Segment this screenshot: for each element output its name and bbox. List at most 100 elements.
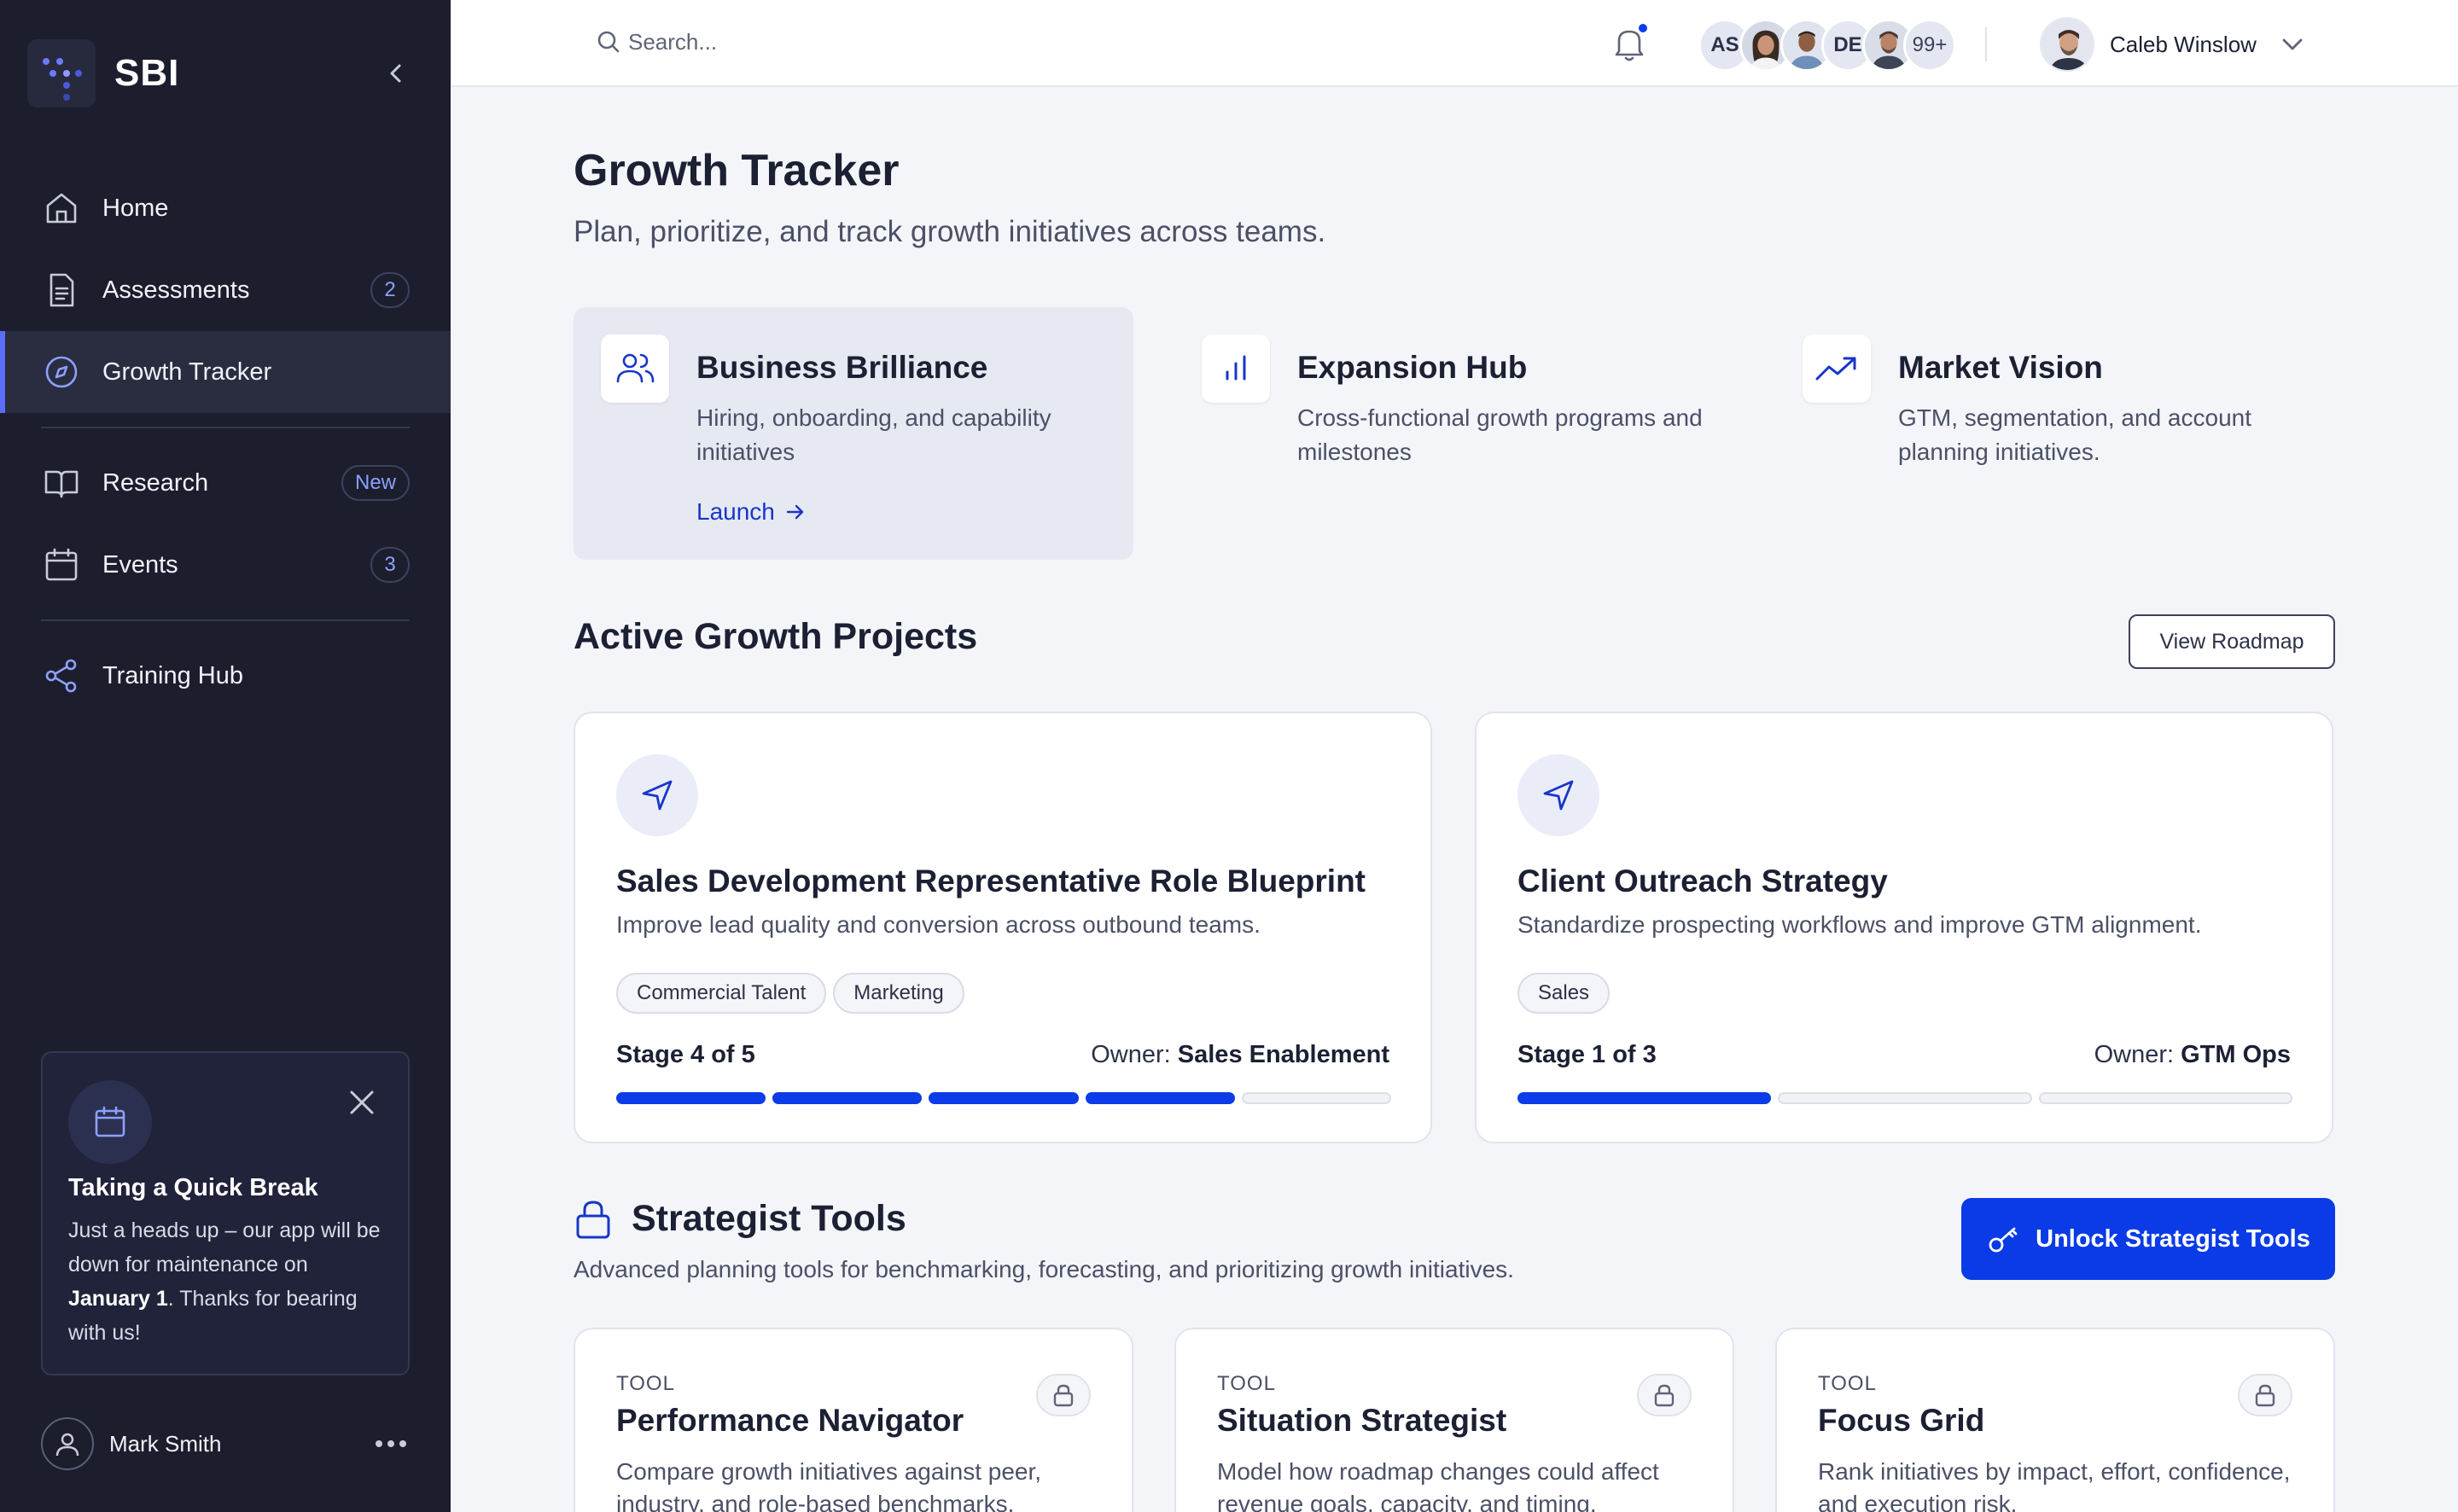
tag[interactable]: Sales [1517, 973, 1611, 1014]
page-title: Growth Tracker [574, 146, 900, 195]
count-badge: 2 [370, 272, 410, 308]
account-menu[interactable]: Caleb Winslow [2040, 17, 2306, 72]
tool-kicker: TOOL [616, 1372, 675, 1395]
project-card[interactable]: Client Outreach Strategy Standardize pro… [1475, 712, 2333, 1143]
count-badge: 3 [370, 547, 410, 583]
collapse-sidebar-icon[interactable] [382, 60, 410, 87]
brand-name: SBI [114, 52, 180, 94]
sidebar-item-events[interactable]: Events 3 [0, 524, 451, 606]
chevron-down-icon [2282, 38, 2303, 50]
project-card[interactable]: Sales Development Representative Role Bl… [574, 712, 1432, 1143]
sidebar-item-label: Events [102, 550, 178, 579]
avatars-overflow-count[interactable]: 99+ [1903, 19, 1956, 72]
tool-title: Performance Navigator [616, 1403, 964, 1438]
page-subtitle: Plan, prioritize, and track growth initi… [574, 215, 1326, 248]
stage-label: Stage 4 of 5 [616, 1041, 755, 1068]
stage-segment [1778, 1092, 2032, 1104]
tool-description: Compare growth initiatives against peer,… [616, 1458, 1042, 1512]
tool-description: Model how roadmap changes could affect r… [1217, 1458, 1659, 1512]
feature-card-market-vision[interactable]: Market Vision GTM, segmentation, and acc… [1775, 307, 2335, 560]
tool-kicker: TOOL [1818, 1372, 1877, 1395]
stage-segment [2038, 1092, 2292, 1104]
search-icon [597, 31, 620, 53]
book-icon [44, 470, 79, 498]
stage-segment [929, 1092, 1079, 1104]
owner-label: Owner: Sales Enablement [1091, 1041, 1389, 1068]
key-icon [1989, 1227, 2018, 1253]
notification-dot [1637, 22, 1649, 34]
lock-icon [1036, 1374, 1091, 1416]
home-icon [46, 193, 77, 224]
stage-segment [1241, 1092, 1392, 1104]
tool-description: Rank initiatives by impact, effort, conf… [1818, 1458, 2291, 1512]
notice-body: Just a heads up – our app will be down f… [68, 1218, 381, 1345]
lock-icon [1637, 1374, 1692, 1416]
sidebar-item-label: Training Hub [102, 661, 243, 689]
team-avatars[interactable]: AS DE 99+ [1698, 19, 1956, 72]
unlock-strategist-tools-button[interactable]: Unlock Strategist Tools [1961, 1198, 2335, 1280]
tool-card-focus-grid[interactable]: TOOL Focus Grid Rank initiatives by impa… [1775, 1328, 2335, 1512]
sidebar-user[interactable]: Mark Smith [41, 1416, 410, 1471]
sidebar-item-training-hub[interactable]: Training Hub [0, 635, 451, 717]
current-user-avatar [2040, 17, 2094, 72]
sidebar-item-label: Home [102, 194, 169, 222]
tool-card-situation-strategist[interactable]: TOOL Situation Strategist Model how road… [1174, 1328, 1734, 1512]
calendar-icon [45, 548, 78, 581]
top-bar: AS DE 99+ Caleb Winslow [451, 0, 2458, 87]
project-title: Client Outreach Strategy [1517, 864, 1888, 898]
sidebar-item-growth-tracker[interactable]: Growth Tracker [0, 331, 451, 413]
search-box[interactable] [594, 27, 970, 56]
maintenance-notice: Taking a Quick Break Just a heads up – o… [41, 1051, 410, 1375]
tag[interactable]: Marketing [833, 973, 964, 1014]
close-icon[interactable] [347, 1087, 377, 1118]
more-options-icon[interactable] [372, 1428, 410, 1459]
section-subtitle: Advanced planning tools for benchmarking… [574, 1256, 1514, 1282]
view-roadmap-button[interactable]: View Roadmap [2129, 614, 2335, 669]
feature-title: Business Brilliance [696, 350, 988, 385]
tool-title: Situation Strategist [1217, 1403, 1507, 1438]
stage-segment [1517, 1092, 1772, 1104]
feature-card-business-brilliance[interactable]: Business Brilliance Hiring, onboarding, … [574, 307, 1133, 560]
sidebar-item-research[interactable]: Research New [0, 442, 451, 524]
user-name: Mark Smith [109, 1430, 222, 1457]
sidebar-item-home[interactable]: Home [0, 167, 451, 249]
new-badge: New [341, 465, 410, 501]
project-description: Improve lead quality and conversion acro… [616, 911, 1261, 938]
stage-segment [772, 1092, 923, 1104]
feature-description: Hiring, onboarding, and capability initi… [696, 404, 1051, 465]
divider [41, 427, 410, 428]
stage-segment [1085, 1092, 1235, 1104]
sidebar-item-label: Research [102, 468, 209, 497]
sidebar-item-assessments[interactable]: Assessments 2 [0, 249, 451, 331]
divider [41, 619, 410, 621]
sidebar-item-label: Assessments [102, 276, 250, 304]
compass-icon [45, 356, 78, 388]
section-title: Active Growth Projects [574, 616, 978, 657]
project-description: Standardize prospecting workflows and im… [1517, 911, 2202, 938]
notifications-button[interactable] [1608, 22, 1651, 65]
stage-progress [616, 1092, 1392, 1104]
feature-title: Market Vision [1898, 350, 2103, 385]
sidebar: SBI Home Assessments 2 Growth Tracker Re… [0, 0, 451, 1512]
launch-link[interactable]: Launch [696, 498, 806, 526]
tool-title: Focus Grid [1818, 1403, 1985, 1438]
lock-icon [2238, 1374, 2292, 1416]
bar-chart-icon [1202, 334, 1270, 403]
feature-card-expansion-hub[interactable]: Expansion Hub Cross-functional growth pr… [1174, 307, 1734, 560]
search-input[interactable] [628, 28, 970, 55]
divider [1985, 27, 1987, 61]
stage-label: Stage 1 of 3 [1517, 1041, 1657, 1068]
tool-kicker: TOOL [1217, 1372, 1276, 1395]
tag-list: Sales [1517, 973, 1616, 1014]
stage-progress [1517, 1092, 2292, 1104]
feature-title: Expansion Hub [1297, 350, 1528, 385]
brand[interactable]: SBI [27, 39, 179, 108]
tools-heading: Strategist Tools [574, 1198, 906, 1240]
share-icon [45, 659, 77, 693]
tag[interactable]: Commercial Talent [616, 973, 827, 1014]
tool-card-performance-navigator[interactable]: TOOL Performance Navigator Compare growt… [574, 1328, 1133, 1512]
tag-list: Commercial Talent Marketing [616, 973, 971, 1014]
section-title: Strategist Tools [632, 1198, 906, 1239]
sidebar-item-label: Growth Tracker [102, 358, 272, 386]
feature-description: GTM, segmentation, and account planning … [1898, 404, 2251, 465]
